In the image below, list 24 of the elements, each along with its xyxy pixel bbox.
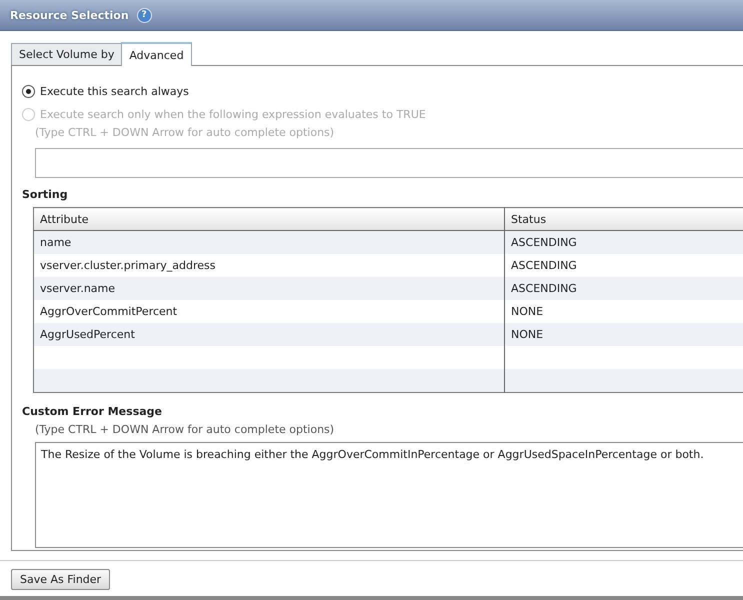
column-header[interactable]: Status (504, 208, 743, 230)
table-cell: ASCENDING (504, 254, 743, 277)
table-cell: AggrUsedPercent (34, 323, 504, 346)
message-field[interactable]: The Resize of the Volume is breaching either the AggrOverCommitInPercentage or AggrUsedSpaceInPercentage or both. (35, 442, 743, 548)
tab[interactable]: Advanced (121, 42, 192, 66)
table-cell: NONE (504, 323, 743, 346)
tab[interactable]: Select Volume by (11, 43, 122, 65)
radio-label: Execute this search always (40, 85, 189, 98)
window-title: Resource Selection (10, 8, 129, 22)
table-cell: vserver.name (34, 277, 504, 300)
radio-label: Execute search only when the following expression evaluates to TRUE (40, 108, 426, 121)
table-cell: ASCENDING (504, 230, 743, 254)
section-title: Sorting (22, 188, 68, 200)
table-cell: NONE (504, 300, 743, 323)
help-icon[interactable]: ? (136, 8, 152, 22)
section-title: Custom Error Message (22, 404, 162, 418)
table-cell: name (34, 230, 504, 254)
column-header[interactable]: Attribute (34, 208, 504, 230)
radio-button[interactable] (22, 85, 35, 98)
expression-field[interactable] (35, 148, 743, 178)
save-button[interactable]: Save As Finder (11, 569, 110, 590)
table-cell: ASCENDING (504, 277, 743, 300)
hint-text: (Type CTRL + DOWN Arrow for auto complete options) (35, 126, 336, 141)
hint-text: (Type CTRL + DOWN Arrow for auto complete options) (35, 423, 336, 438)
